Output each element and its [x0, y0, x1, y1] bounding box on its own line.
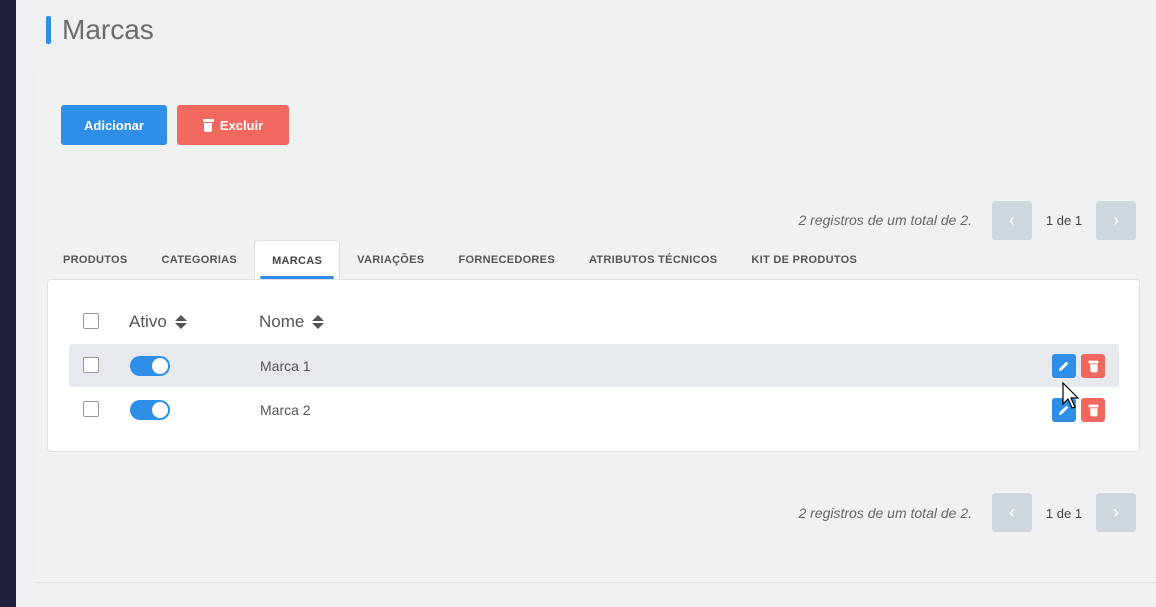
trash-icon: [1088, 360, 1098, 372]
page-indicator-bottom: 1 de 1: [1045, 506, 1083, 521]
tab-label: ATRIBUTOS TÉCNICOS: [588, 254, 718, 266]
add-button[interactable]: Adicionar: [61, 105, 167, 145]
row-checkbox[interactable]: [83, 357, 99, 373]
chevron-right-icon: ›: [1113, 210, 1119, 230]
row-delete-button[interactable]: [1081, 398, 1105, 422]
trash-icon: [1088, 404, 1098, 416]
tab-atributos-tecnicos[interactable]: ATRIBUTOS TÉCNICOS: [572, 240, 734, 280]
column-header-label: Ativo: [129, 312, 167, 331]
page-indicator-top: 1 de 1: [1045, 213, 1083, 228]
chevron-left-icon: ‹: [1009, 502, 1015, 522]
tab-categorias[interactable]: CATEGORIAS: [145, 240, 255, 280]
sidebar-rail: [0, 0, 16, 607]
tab-label: CATEGORIAS: [161, 254, 238, 266]
tab-label: KIT DE PRODUTOS: [751, 254, 858, 266]
pager-prev-bottom[interactable]: ‹: [992, 493, 1032, 532]
records-info-bottom: 2 registros de um total de 2.: [798, 505, 972, 521]
brand-name: Marca 1: [260, 358, 311, 374]
delete-button-label: Excluir: [219, 117, 264, 133]
row-checkbox[interactable]: [83, 401, 99, 417]
table-row[interactable]: Marca 1: [69, 344, 1119, 387]
brand-name: Marca 2: [260, 402, 311, 418]
title-accent-bar: [46, 16, 51, 44]
tab-label: FORNECEDORES: [458, 254, 555, 266]
delete-button[interactable]: Excluir: [177, 105, 289, 145]
mouse-cursor-icon: [1062, 382, 1080, 409]
table-panel: Ativo Nome Marca 1 Marca 2: [47, 279, 1140, 452]
footer-divider: [36, 582, 1156, 583]
tab-marcas[interactable]: MARCAS: [254, 240, 341, 280]
tab-label: VARIAÇÕES: [357, 254, 425, 266]
tab-label: PRODUTOS: [63, 254, 128, 266]
table-row[interactable]: Marca 2: [69, 388, 1119, 431]
chevron-right-icon: ›: [1113, 502, 1119, 522]
edit-button[interactable]: [1052, 354, 1076, 378]
sort-icon: [174, 315, 187, 329]
select-all-checkbox[interactable]: [83, 313, 99, 329]
column-header-label: Nome: [259, 312, 305, 331]
active-toggle[interactable]: [130, 356, 170, 376]
tab-kit-de-produtos[interactable]: KIT DE PRODUTOS: [734, 240, 874, 280]
chevron-left-icon: ‹: [1009, 210, 1015, 230]
pager-next-top[interactable]: ›: [1096, 201, 1136, 240]
tab-label: MARCAS: [272, 254, 323, 267]
toggle-knob: [152, 358, 168, 374]
trash-icon: [202, 118, 214, 132]
tab-fornecedores[interactable]: FORNECEDORES: [441, 240, 572, 280]
page-header: [16, 0, 1156, 72]
column-header-name[interactable]: Nome: [259, 312, 325, 332]
add-button-label: Adicionar: [84, 117, 144, 133]
pager-prev-top[interactable]: ‹: [992, 201, 1032, 240]
tab-bar: PRODUTOS CATEGORIAS MARCAS VARIAÇÕES FOR…: [46, 240, 874, 280]
column-header-active[interactable]: Ativo: [129, 312, 187, 332]
toggle-knob: [152, 402, 168, 418]
pager-next-bottom[interactable]: ›: [1096, 493, 1136, 532]
tab-variacoes[interactable]: VARIAÇÕES: [340, 240, 441, 280]
page-title: Marcas: [62, 14, 154, 45]
sort-icon: [312, 315, 325, 329]
pencil-icon: [1059, 361, 1069, 371]
tab-produtos[interactable]: PRODUTOS: [46, 240, 145, 280]
records-info-top: 2 registros de um total de 2.: [798, 212, 972, 228]
row-delete-button[interactable]: [1081, 354, 1105, 378]
active-toggle[interactable]: [130, 400, 170, 420]
